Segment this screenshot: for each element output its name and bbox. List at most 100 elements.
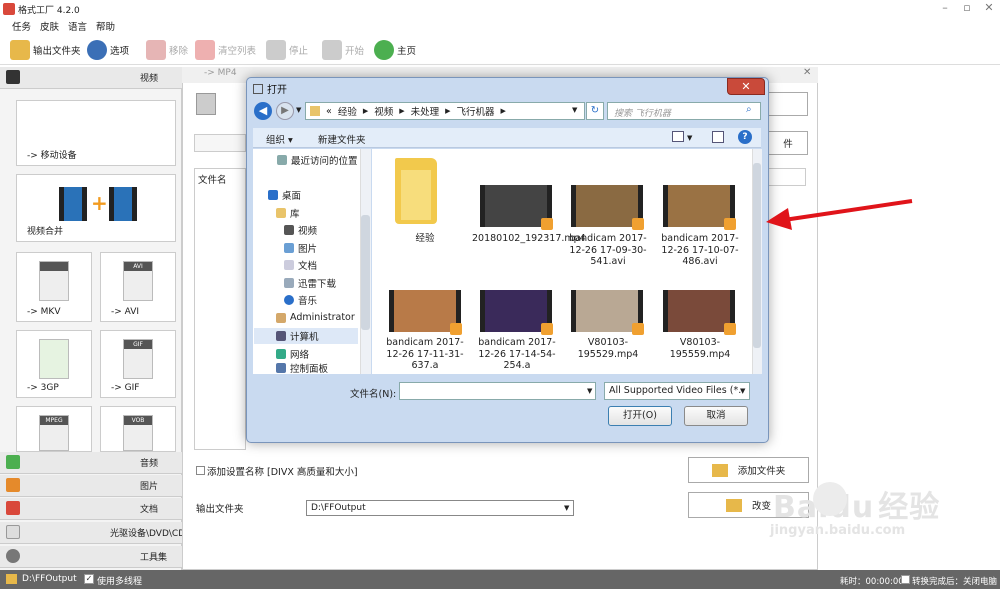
address-bar[interactable]: « 经验 ▶ 视频 ▶ 未处理 ▶ 飞行机器 ▶ <box>305 102 585 120</box>
output-folder-button[interactable]: 输出文件夹 <box>10 38 81 62</box>
nav-pictures[interactable]: 图片 <box>284 241 317 255</box>
back-arrow-icon[interactable]: ◀ <box>254 102 272 120</box>
section-picture[interactable]: 图片 <box>0 475 182 497</box>
search-box[interactable]: 搜索 飞行机器 <box>607 102 761 120</box>
folder-front-icon <box>401 170 431 220</box>
status-folder-icon[interactable] <box>6 574 17 584</box>
file-item-20180102[interactable]: 20180102_192317.mp4 <box>472 233 586 245</box>
file-item-v80103-195529[interactable]: V80103-195529.mp4 <box>563 337 653 360</box>
menu-task[interactable]: 任务 <box>12 19 31 33</box>
clear-list-button[interactable]: 清空列表 <box>195 38 256 62</box>
file-item-bandicam-1[interactable]: bandicam 2017-12-26 17-09-30-541.avi <box>563 233 653 268</box>
refresh-icon[interactable]: ↻ <box>586 102 604 120</box>
breadcrumb-video[interactable]: 视频 <box>374 104 393 118</box>
panel-small-toolbar[interactable] <box>194 134 246 152</box>
tile-vob[interactable]: VOB <box>100 406 176 452</box>
play-badge-icon <box>632 323 644 335</box>
nav-desktop[interactable]: 桌面 <box>268 188 301 202</box>
tile-mkv[interactable]: -> MKV <box>16 252 92 322</box>
minimize-icon[interactable]: – <box>934 0 956 18</box>
file-scroll-thumb[interactable] <box>753 163 761 348</box>
file-item-bandicam-3[interactable]: bandicam 2017-12-26 17-11-31-637.a <box>380 337 470 372</box>
dialog-close-button[interactable]: ✕ <box>727 78 765 95</box>
close-icon[interactable]: ✕ <box>978 0 1000 18</box>
section-audio[interactable]: 音频 <box>0 452 182 474</box>
nav-thunder-downloads[interactable]: 迅雷下载 <box>284 276 336 290</box>
panel-right-field[interactable] <box>768 168 806 186</box>
tile-mobile-device[interactable]: -> 移动设备 <box>16 100 176 166</box>
vob-icon-text: VOB <box>124 416 152 425</box>
multithread-label: 使用多线程 <box>97 577 143 587</box>
tile-video-merge[interactable]: + 视频合并 <box>16 174 176 242</box>
forward-arrow-icon[interactable]: ▶ <box>276 102 294 120</box>
partial-button-label: 件 <box>783 139 793 150</box>
view-icon[interactable] <box>672 131 684 142</box>
section-video[interactable]: 视频 <box>0 67 182 89</box>
options-button[interactable]: 选项 <box>87 38 129 62</box>
file-type-select[interactable]: All Supported Video Files (*. <box>604 382 750 400</box>
filename-chevron-icon[interactable]: ▼ <box>587 387 592 395</box>
stop-icon <box>266 40 286 60</box>
remove-button[interactable]: 移除 <box>146 38 188 62</box>
home-button[interactable]: 主页 <box>374 38 416 62</box>
file-item-v80103-195559[interactable]: V80103-195559.mp4 <box>655 337 745 360</box>
nav-control-panel[interactable]: 控制面板 <box>276 363 328 373</box>
nav-music[interactable]: 音乐 <box>284 293 317 307</box>
nav-administrator-label: Administrator <box>290 312 355 323</box>
downloads-folder-icon <box>284 278 294 288</box>
settings-name-checkbox[interactable] <box>196 466 205 475</box>
partial-button[interactable]: 件 <box>768 131 808 155</box>
menu-language[interactable]: 语言 <box>68 19 87 33</box>
panel-close-icon[interactable]: ✕ <box>803 67 811 78</box>
recent-icon <box>277 155 287 165</box>
avi-icon: AVI <box>123 261 153 301</box>
file-item-folder[interactable]: 经验 <box>380 233 470 245</box>
help-icon[interactable]: ? <box>738 130 752 144</box>
nav-library[interactable]: 库 <box>276 206 300 220</box>
nav-music-label: 音乐 <box>298 296 318 307</box>
film-icon <box>6 70 20 84</box>
maximize-icon[interactable]: ▫ <box>956 0 978 18</box>
tile-mpeg[interactable]: MPEG <box>16 406 92 452</box>
section-document[interactable]: 文档 <box>0 498 182 520</box>
breadcrumb-experience[interactable]: 经验 <box>338 104 357 118</box>
panel-right-box[interactable] <box>768 92 808 116</box>
multithread-checkbox[interactable]: ✓ <box>84 574 94 584</box>
output-folder-select[interactable]: D:\FFOutput <box>306 500 574 516</box>
file-item-bandicam-4[interactable]: bandicam 2017-12-26 17-14-54-254.a <box>472 337 562 372</box>
tile-avi[interactable]: AVI -> AVI <box>100 252 176 322</box>
nav-video[interactable]: 视频 <box>284 223 317 237</box>
play-badge-icon <box>724 218 736 230</box>
shutdown-checkbox[interactable] <box>901 575 910 584</box>
tile-gif[interactable]: GIF -> GIF <box>100 330 176 398</box>
nav-administrator[interactable]: Administrator <box>276 312 355 323</box>
status-path[interactable]: D:\FFOutput <box>22 574 77 584</box>
tile-3gp[interactable]: -> 3GP <box>16 330 92 398</box>
filename-input[interactable] <box>399 382 596 400</box>
address-chevron-icon[interactable]: ▼ <box>572 106 577 114</box>
new-folder-button[interactable]: 新建文件夹 <box>318 132 366 146</box>
breadcrumb-more[interactable]: « <box>326 106 332 117</box>
history-chevron-icon[interactable]: ▼ <box>296 106 301 114</box>
nav-recent[interactable]: 最近访问的位置 <box>277 153 358 167</box>
stop-button[interactable]: 停止 <box>266 38 308 62</box>
cancel-button[interactable]: 取消 <box>684 406 748 426</box>
nav-network[interactable]: 网络 <box>276 347 309 361</box>
nav-scroll-thumb[interactable] <box>361 215 370 330</box>
open-button[interactable]: 打开(O) <box>608 406 672 426</box>
add-folder-button[interactable]: 添加文件夹 <box>688 457 809 483</box>
preview-pane-icon[interactable] <box>712 131 724 143</box>
breadcrumb-flying-machine[interactable]: 飞行机器 <box>457 104 495 118</box>
play-badge-icon <box>632 218 644 230</box>
file-list[interactable] <box>194 168 246 450</box>
nav-computer[interactable]: 计算机 <box>254 328 358 344</box>
view-chevron-icon[interactable]: ▼ <box>687 134 692 142</box>
file-type-chevron-icon[interactable]: ▼ <box>740 387 745 395</box>
menu-skin[interactable]: 皮肤 <box>40 19 59 33</box>
organize-menu[interactable]: 组织 ▾ <box>266 132 293 146</box>
nav-documents[interactable]: 文档 <box>284 258 317 272</box>
start-button[interactable]: 开始 <box>322 38 364 62</box>
menu-help[interactable]: 帮助 <box>96 19 115 33</box>
file-item-bandicam-2[interactable]: bandicam 2017-12-26 17-10-07-486.avi <box>655 233 745 268</box>
breadcrumb-unprocessed[interactable]: 未处理 <box>411 104 440 118</box>
